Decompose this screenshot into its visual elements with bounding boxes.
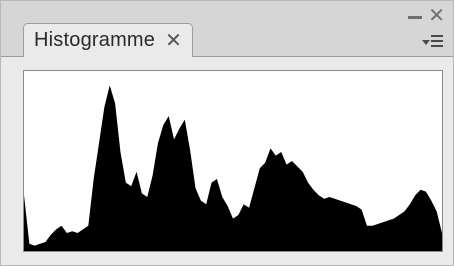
- histogram-shape: [24, 85, 442, 251]
- panel-menu-button[interactable]: [422, 35, 443, 47]
- histogram-panel: ✕ Histogramme ✕: [0, 0, 454, 266]
- tab-histogramme[interactable]: Histogramme ✕: [23, 23, 193, 57]
- panel-body: [1, 56, 453, 265]
- minimize-icon[interactable]: [408, 15, 423, 19]
- window-controls: ✕: [408, 5, 445, 27]
- close-icon[interactable]: ✕: [428, 6, 445, 26]
- histogram-frame: [23, 70, 443, 252]
- chevron-down-icon: [422, 39, 430, 45]
- tab-label: Histogramme: [34, 29, 156, 51]
- tab-close-icon[interactable]: ✕: [165, 31, 182, 51]
- panel-menu-icon: [431, 35, 443, 47]
- histogram-graph: [24, 85, 442, 251]
